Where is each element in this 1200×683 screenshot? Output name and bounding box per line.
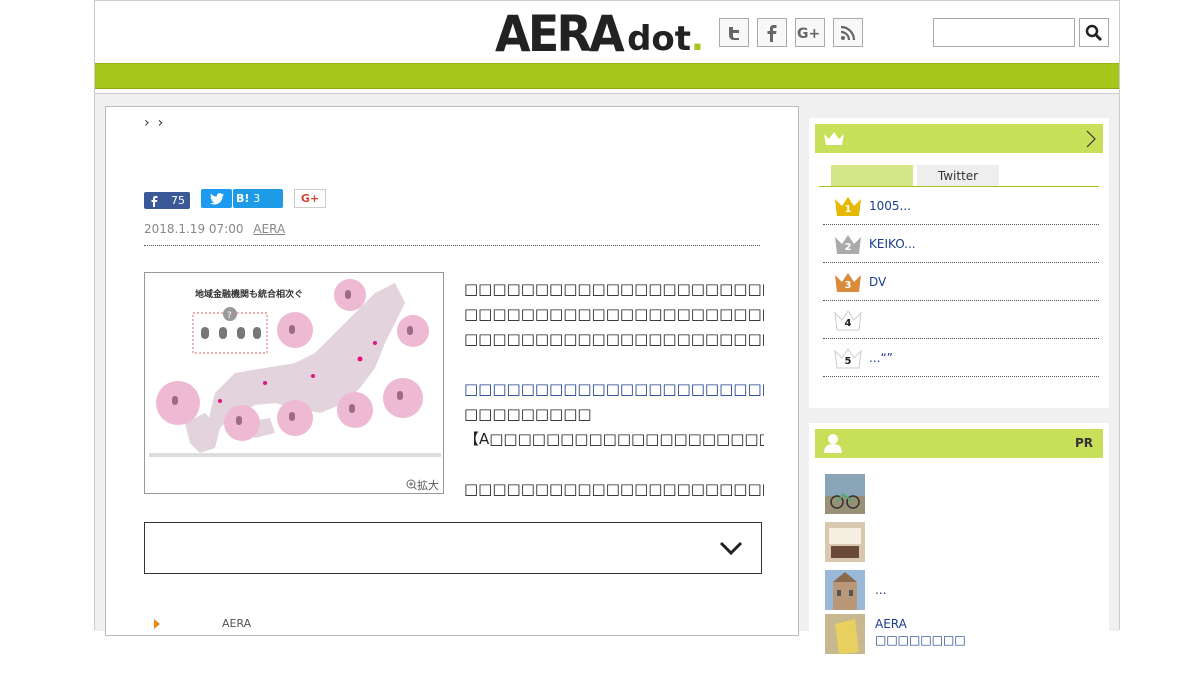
japan-map-image: ? (156, 279, 429, 453)
facebook-share-button[interactable]: 75 (144, 192, 190, 209)
twitter-share-button[interactable] (201, 189, 232, 208)
sidebar: Twitter 1 1005... 2 KEIKO... 3 DV 4 5 ..… (809, 118, 1109, 683)
crown-bronze-icon: 3 (833, 270, 863, 294)
ranking-item-2[interactable]: 2 KEIKO... (823, 225, 1099, 263)
related-link[interactable]: AERA (154, 617, 251, 630)
ranking-item-3[interactable]: 3 DV (823, 263, 1099, 301)
article-meta: 2018.1.19 07:00 AERA (144, 222, 760, 246)
figure-title: 地域金融機関も統合相次ぐ (195, 290, 304, 300)
article-panel: › › 75 B! 3 G+ 2018.1.19 07:00 AERA ? 地域… (105, 106, 799, 636)
google-plus-share-button[interactable]: G+ (294, 189, 326, 208)
search-button[interactable] (1079, 18, 1109, 47)
google-plus-icon[interactable]: G+ (795, 18, 825, 47)
zoom-icon (406, 479, 417, 490)
svg-text:G+: G+ (797, 26, 820, 41)
crown-plain-icon: 4 (833, 308, 863, 332)
article-figure[interactable]: ? 地域金融機関も統合相次ぐ 拡大 (144, 272, 444, 494)
site-logo[interactable]: AERA dot. (495, 7, 704, 59)
body-link[interactable]: □□□□□□□□□□□□□□□□□□□□□□□□□□□□□ (464, 377, 764, 402)
site-header: AERA dot. G+ (95, 1, 1119, 63)
pr-title: ... (875, 583, 887, 597)
search-box (933, 18, 1109, 47)
body-line: □□□□□□□□□□□□□□□□□□□□□□□□□□□□□□□□□□□□□□□□ (464, 305, 764, 323)
body-line: □□□□□□□□□ (464, 405, 592, 423)
tab-ranking-twitter[interactable]: Twitter (917, 165, 999, 186)
related-label: AERA (222, 617, 252, 630)
hatena-bookmark-button[interactable]: B! 3 (233, 189, 283, 208)
building-thumbnail-image (825, 570, 865, 610)
figure-scrollbar[interactable] (149, 453, 441, 457)
body-line (464, 352, 764, 377)
breadcrumb-separator: › (157, 115, 164, 131)
rss-icon[interactable] (833, 18, 863, 47)
global-nav-bar (95, 63, 1119, 89)
article-body: □□□□□□□□□□□□□□□□□□□□□ □□□□□□□□□□□□□□□□□□□… (464, 277, 764, 502)
pr-list: ... AERA □□□□□□□□ (815, 458, 1103, 662)
pr-subtitle: □□□□□□□□ (875, 633, 966, 647)
crown-gold-icon: 1 (833, 194, 863, 218)
pr-item[interactable] (825, 518, 1103, 566)
twitter-icon[interactable] (719, 18, 749, 47)
tab-ranking-default[interactable] (831, 165, 913, 186)
social-links: G+ (719, 18, 863, 47)
pr-panel: PR ... AERA □□□□□□□□ (809, 423, 1109, 683)
ranking-list: 1 1005... 2 KEIKO... 3 DV 4 5 ...“” (823, 187, 1099, 377)
magazine-thumbnail-image (825, 614, 865, 654)
ranking-tabs: Twitter (819, 165, 1099, 187)
triangle-bullet-icon (154, 618, 160, 629)
share-buttons: 75 B! 3 G+ (144, 188, 326, 209)
twitter-bird-icon (209, 192, 224, 205)
enlarge-label: 拡大 (417, 479, 439, 492)
ranking-item-1[interactable]: 1 1005... (823, 187, 1099, 225)
site-container: AERA dot. G+ › › 75 B! 3 G+ 2018.1.19 07… (94, 0, 1120, 683)
logo-aera-text: AERA (495, 5, 625, 63)
bicycle-thumbnail-image (825, 474, 865, 514)
ranking-item-5[interactable]: 5 ...“” (823, 339, 1099, 377)
ranking-header[interactable] (815, 124, 1103, 153)
crown-plain-icon: 5 (833, 346, 863, 370)
read-more-toggle[interactable] (144, 522, 762, 574)
enlarge-button[interactable]: 拡大 (406, 477, 439, 493)
body-line (464, 452, 764, 477)
chevron-right-icon (1086, 130, 1096, 148)
logo-dot-text: dot. (627, 19, 704, 59)
svg-text:?: ? (227, 311, 232, 321)
pr-header: PR (815, 429, 1103, 458)
crown-silver-icon: 2 (833, 232, 863, 256)
ranking-panel: Twitter 1 1005... 2 KEIKO... 3 DV 4 5 ..… (809, 118, 1109, 408)
body-line: □□□□□□□□□□□□□□□□□□□□□□□□□□□□□ (464, 330, 764, 348)
breadcrumb: › › (144, 115, 163, 131)
ranking-item-4[interactable]: 4 (823, 301, 1099, 339)
ranking-title: DV (869, 274, 887, 289)
ranking-title: 1005... (869, 198, 911, 213)
search-input[interactable] (933, 18, 1075, 47)
publish-date: 2018.1.19 07:00 (144, 222, 244, 236)
person-icon (824, 434, 842, 453)
breadcrumb-separator: › (144, 115, 150, 131)
content-area: › › 75 B! 3 G+ 2018.1.19 07:00 AERA ? 地域… (95, 93, 1119, 683)
hatena-label: B! (236, 192, 250, 205)
chevron-down-icon (719, 541, 743, 556)
pr-item[interactable]: AERA □□□□□□□□ (825, 614, 1103, 662)
body-line: □□□□□□□□□□□□□□□□□□□□□□□□□□□□□□□□□□□□□□□□ (464, 480, 764, 498)
facebook-icon[interactable] (757, 18, 787, 47)
facebook-share-count: 75 (171, 194, 185, 207)
body-line: □□□□□□□□□□□□□□□□□□□□□□□□□□□□□□□□□□□□□□□□ (464, 280, 764, 298)
crown-icon (824, 132, 844, 145)
body-line: 【A□□□□□□□□□□□□□□□□□□□□□□□□□□□□□□□□□□□□ (464, 430, 764, 448)
source-link[interactable]: AERA (253, 222, 285, 236)
hatena-count: 3 (253, 192, 261, 205)
pr-item[interactable] (825, 470, 1103, 518)
pr-label: PR (1074, 436, 1093, 450)
ranking-title: ...“” (869, 350, 893, 365)
search-icon (1085, 24, 1103, 41)
interior-thumbnail-image (825, 522, 865, 562)
pr-item[interactable]: ... (825, 566, 1103, 614)
ranking-title: KEIKO... (869, 236, 916, 251)
facebook-icon (151, 195, 158, 207)
